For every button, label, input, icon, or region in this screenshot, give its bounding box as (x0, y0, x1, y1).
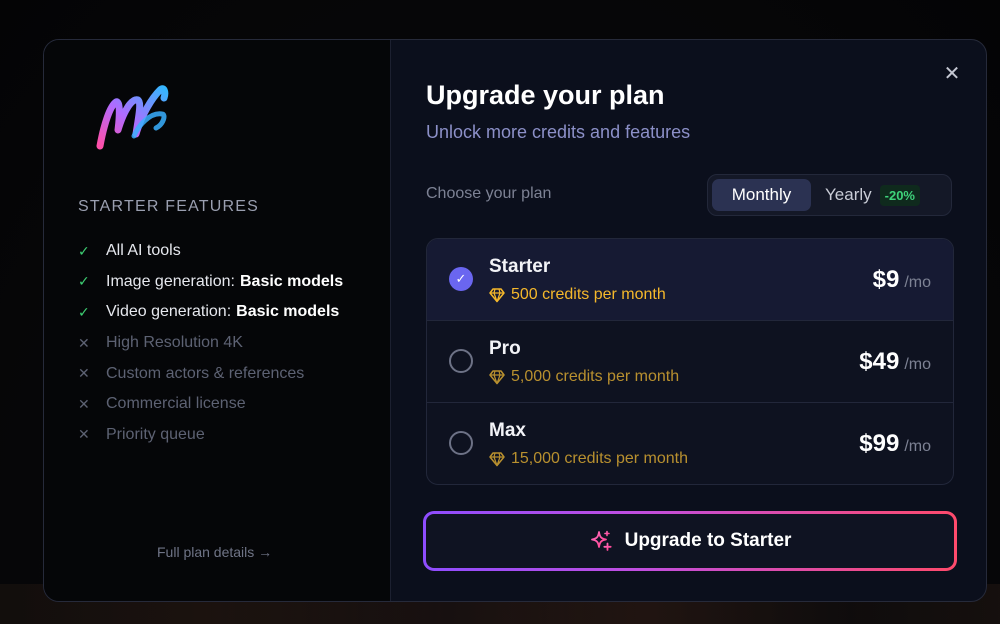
upgrade-plan-modal: STARTER FEATURES ✓ All AI tools ✓ Image … (43, 39, 987, 602)
plan-name: Starter (489, 256, 551, 277)
check-icon: ✓ (78, 242, 90, 259)
features-title: STARTER FEATURES (78, 198, 259, 215)
feature-list: ✓ All AI tools ✓ Image generation: Basic… (78, 236, 343, 450)
sparkle-icon (590, 530, 612, 551)
plan-option-pro[interactable]: Pro 5,000 credits per month $49 /mo (427, 321, 953, 403)
feature-detail: Basic models (239, 272, 344, 290)
feature-item: ✕ Commercial license (78, 389, 343, 420)
feature-label: Custom actors & references (106, 364, 305, 382)
feature-item: ✕ Custom actors & references (78, 358, 343, 389)
diamond-icon (489, 452, 505, 467)
diamond-icon (489, 288, 505, 303)
billing-period-toggle: Monthly Yearly -20% (707, 174, 952, 216)
plan-radio-selected[interactable]: ✓ (449, 267, 473, 291)
plan-radio[interactable] (449, 349, 473, 373)
feature-item: ✓ All AI tools (78, 236, 343, 267)
feature-item: ✓ Image generation: Basic models (78, 267, 343, 298)
plan-name: Max (489, 420, 526, 441)
yearly-option[interactable]: Yearly -20% (811, 179, 934, 211)
plan-name: Pro (489, 338, 521, 359)
upgrade-button-inner[interactable]: Upgrade to Starter (426, 514, 954, 568)
feature-item: ✓ Video generation: Basic models (78, 297, 343, 328)
feature-detail: Basic models (236, 303, 340, 321)
plan-credits-label: 5,000 credits per month (511, 368, 680, 385)
plan-credits-label: 500 credits per month (511, 286, 666, 303)
choose-plan-label: Choose your plan (426, 185, 552, 202)
check-icon: ✓ (455, 271, 467, 286)
cross-icon: ✕ (78, 426, 90, 443)
full-plan-details-link[interactable]: Full plan details → (157, 544, 272, 560)
check-icon: ✓ (78, 273, 90, 290)
modal-title: Upgrade your plan (426, 80, 665, 110)
feature-label: All AI tools (106, 242, 181, 260)
cross-icon: ✕ (78, 395, 90, 412)
diamond-icon (489, 370, 505, 385)
feature-item: ✕ Priority queue (78, 420, 343, 451)
feature-label: Image generation: (106, 272, 235, 290)
upgrade-button[interactable]: Upgrade to Starter (423, 511, 957, 571)
monthly-option[interactable]: Monthly (712, 179, 811, 211)
plan-list: ✓ Starter 500 credits per month $9 /mo P… (426, 238, 954, 485)
plan-selection-panel: ✕ Upgrade your plan Unlock more credits … (391, 40, 986, 601)
plan-radio[interactable] (449, 431, 473, 455)
close-icon[interactable]: ✕ (942, 64, 962, 84)
plan-credits: 15,000 credits per month (489, 450, 688, 468)
cross-icon: ✕ (78, 365, 90, 382)
price-period: /mo (904, 356, 931, 373)
cross-icon: ✕ (78, 334, 90, 351)
yearly-label: Yearly (825, 185, 872, 204)
price-period: /mo (904, 274, 931, 291)
price-period: /mo (904, 438, 931, 455)
plan-price: $99 /mo (859, 430, 931, 458)
plan-credits-label: 15,000 credits per month (511, 450, 688, 467)
feature-item: ✕ High Resolution 4K (78, 328, 343, 359)
plan-option-starter[interactable]: ✓ Starter 500 credits per month $9 /mo (427, 239, 953, 321)
modal-subtitle: Unlock more credits and features (426, 122, 691, 142)
plan-credits: 5,000 credits per month (489, 368, 679, 386)
price-amount: $49 (859, 348, 900, 375)
plan-price: $9 /mo (873, 266, 931, 294)
feature-label: Commercial license (106, 395, 246, 413)
discount-badge: -20% (879, 184, 920, 206)
feature-label: High Resolution 4K (106, 334, 243, 352)
plan-option-max[interactable]: Max 15,000 credits per month $99 /mo (427, 403, 953, 484)
price-amount: $99 (859, 430, 900, 457)
price-amount: $9 (872, 266, 900, 293)
plan-price: $49 /mo (859, 348, 931, 376)
check-icon: ✓ (78, 303, 90, 320)
plan-credits: 500 credits per month (489, 286, 666, 304)
feature-label: Priority queue (106, 425, 205, 443)
upgrade-button-label: Upgrade to Starter (624, 530, 792, 551)
feature-label: Video generation: (106, 303, 232, 321)
features-panel: STARTER FEATURES ✓ All AI tools ✓ Image … (44, 40, 391, 601)
brand-logo-icon (96, 85, 169, 150)
